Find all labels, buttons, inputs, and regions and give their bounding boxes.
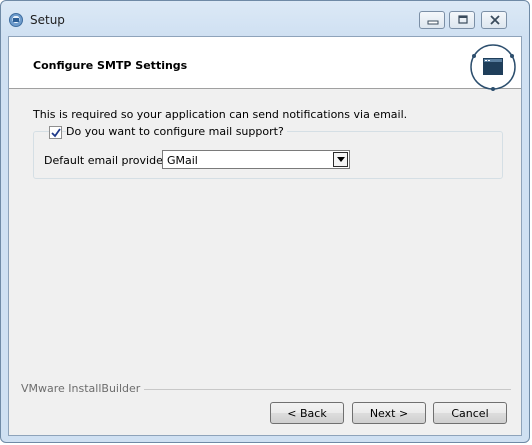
mail-support-label[interactable]: Do you want to configure mail support?	[66, 125, 287, 138]
close-button[interactable]	[481, 11, 507, 29]
dropdown-button[interactable]	[333, 152, 348, 167]
wizard-panel: Configure SMTP Settings This is required…	[8, 36, 522, 436]
maximize-icon	[458, 15, 468, 24]
minimize-icon	[427, 20, 439, 25]
back-button[interactable]: < Back	[270, 402, 344, 424]
provider-select[interactable]: GMail	[162, 150, 350, 169]
mail-support-checkbox[interactable]	[49, 126, 62, 139]
intro-text: This is required so your application can…	[33, 108, 408, 121]
window-title: Setup	[30, 13, 65, 27]
setup-window: Setup Configure SMTP Settings This is re…	[0, 0, 530, 443]
installer-brand: VMware InstallBuilder	[21, 382, 145, 395]
installer-window-icon	[470, 44, 516, 91]
minimize-button[interactable]	[419, 11, 445, 29]
provider-selected-value: GMail	[167, 154, 198, 167]
maximize-button[interactable]	[449, 11, 475, 29]
wizard-header: Configure SMTP Settings	[9, 37, 521, 91]
cancel-button[interactable]: Cancel	[433, 402, 507, 424]
next-button[interactable]: Next >	[352, 402, 426, 424]
provider-label: Default email provider:	[44, 154, 171, 167]
checkmark-icon	[51, 128, 61, 138]
chevron-down-icon	[337, 157, 345, 162]
page-title: Configure SMTP Settings	[33, 59, 188, 72]
close-icon	[490, 15, 500, 25]
title-bar[interactable]: Setup	[1, 1, 529, 35]
app-icon	[9, 13, 23, 27]
